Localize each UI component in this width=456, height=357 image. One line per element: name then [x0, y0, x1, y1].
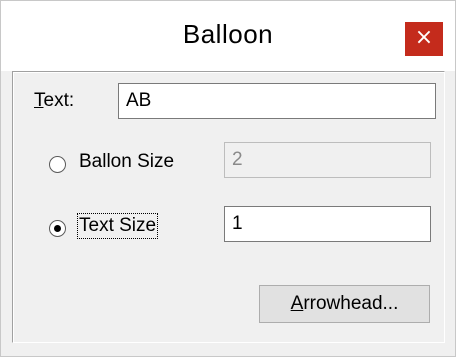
window-title: Balloon — [182, 19, 274, 49]
balloon-size-label[interactable]: Ballon Size — [79, 151, 174, 173]
text-input[interactable]: AB — [118, 83, 436, 119]
balloon-size-radio[interactable] — [49, 156, 66, 173]
text-label: Text: — [34, 90, 75, 111]
arrowhead-button[interactable]: Arrowhead... — [259, 285, 430, 323]
options-group: Text: AB Ballon Size 2 Text Size 1 Arrow… — [12, 71, 445, 343]
radio-selected-dot — [54, 225, 61, 232]
text-size-label[interactable]: Text Size — [76, 213, 159, 239]
text-size-input[interactable]: 1 — [224, 206, 431, 242]
close-icon: × — [414, 25, 434, 50]
balloon-dialog: Balloon × Text: AB Ballon Size 2 Text Si… — [0, 0, 456, 357]
close-button[interactable]: × — [405, 22, 443, 56]
balloon-size-input: 2 — [224, 142, 431, 178]
title-bar: Balloon × — [1, 1, 455, 71]
dialog-client-area: Text: AB Ballon Size 2 Text Size 1 Arrow… — [1, 71, 455, 356]
text-size-radio[interactable] — [49, 220, 66, 237]
